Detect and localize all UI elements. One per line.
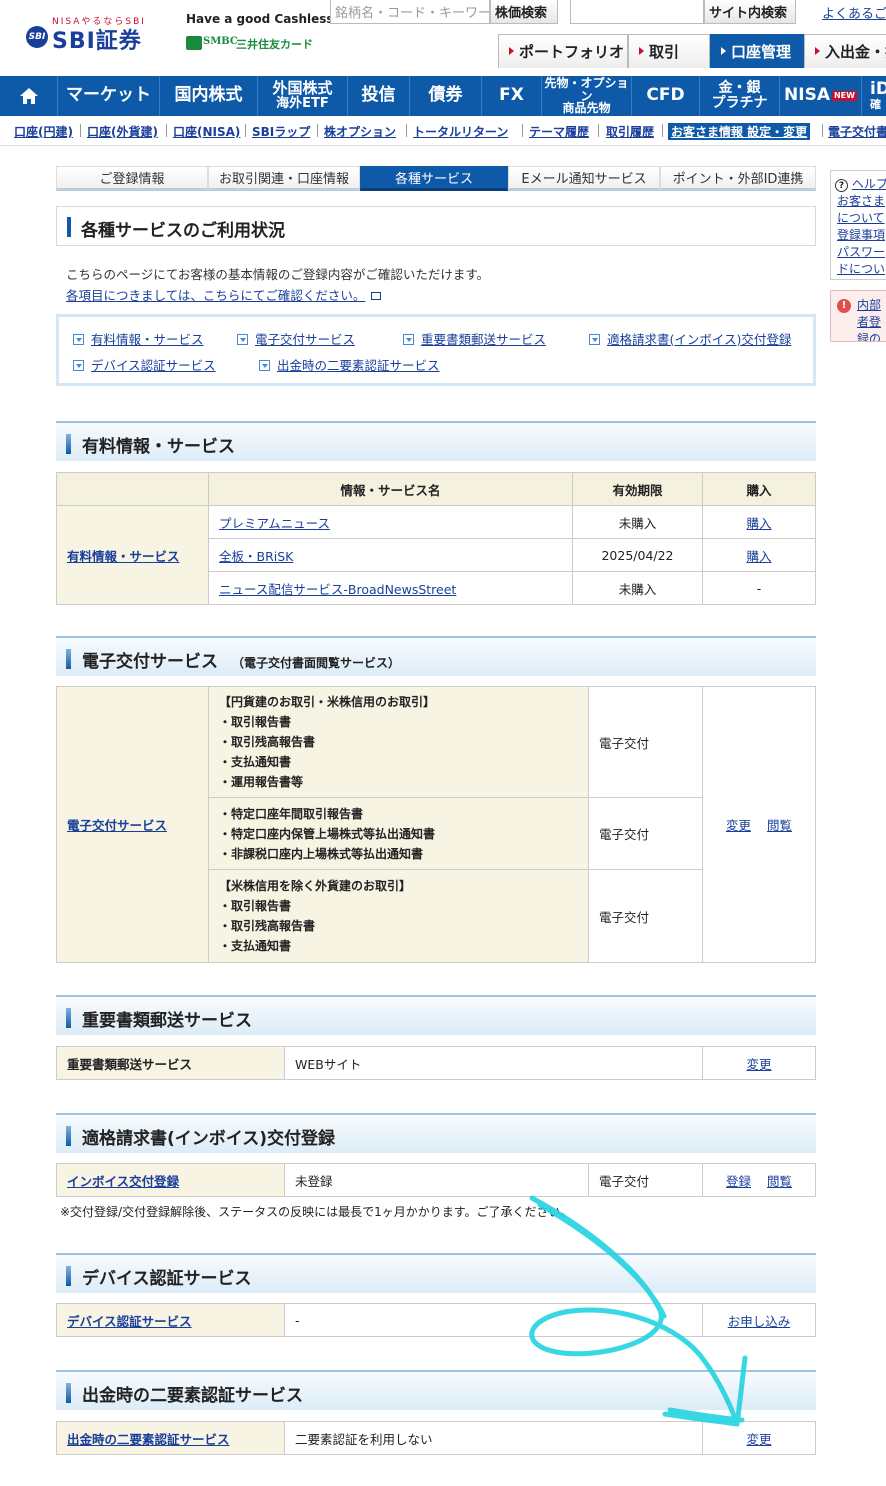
annotation-arrow-icon [529, 1195, 748, 1427]
